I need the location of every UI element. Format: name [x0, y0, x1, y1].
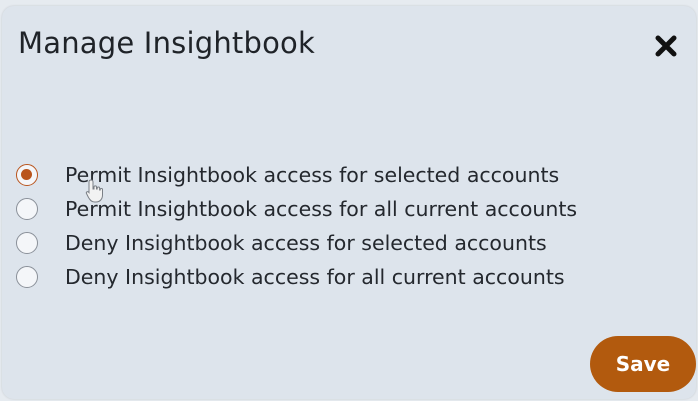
- option-label: Permit Insightbook access for selected a…: [65, 163, 560, 187]
- radio-button[interactable]: [16, 198, 38, 220]
- option-label: Permit Insightbook access for all curren…: [65, 197, 578, 221]
- save-button[interactable]: Save: [590, 336, 696, 392]
- option-deny-selected[interactable]: Deny Insightbook access for selected acc…: [16, 226, 577, 260]
- radio-button[interactable]: [16, 266, 38, 288]
- manage-insightbook-dialog: Manage Insightbook Permit Insightbook ac…: [2, 6, 696, 399]
- close-icon[interactable]: [652, 32, 680, 60]
- option-deny-all[interactable]: Deny Insightbook access for all current …: [16, 260, 577, 294]
- radio-button-checked[interactable]: [16, 164, 38, 186]
- option-label: Deny Insightbook access for all current …: [65, 265, 565, 289]
- radio-button[interactable]: [16, 232, 38, 254]
- dialog-title: Manage Insightbook: [18, 26, 315, 60]
- option-label: Deny Insightbook access for selected acc…: [65, 231, 547, 255]
- hand-cursor-icon: [84, 178, 106, 204]
